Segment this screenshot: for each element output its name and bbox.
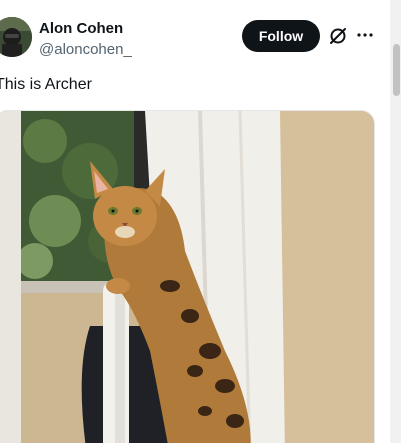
tweet-photo[interactable] xyxy=(0,110,375,443)
follow-button[interactable]: Follow xyxy=(242,20,320,52)
author-handle[interactable]: @aloncohen_ xyxy=(39,41,132,58)
more-icon[interactable] xyxy=(355,25,375,45)
author-name[interactable]: Alon Cohen xyxy=(39,20,123,37)
tweet-text: This is Archer xyxy=(0,76,92,93)
tweet-page: Alon Cohen @aloncohen_ Follow This is Ar… xyxy=(0,0,401,443)
scrollbar-thumb[interactable] xyxy=(393,44,400,96)
scrollbar[interactable] xyxy=(391,0,401,443)
grok-icon[interactable] xyxy=(328,26,348,46)
avatar[interactable] xyxy=(0,17,32,57)
